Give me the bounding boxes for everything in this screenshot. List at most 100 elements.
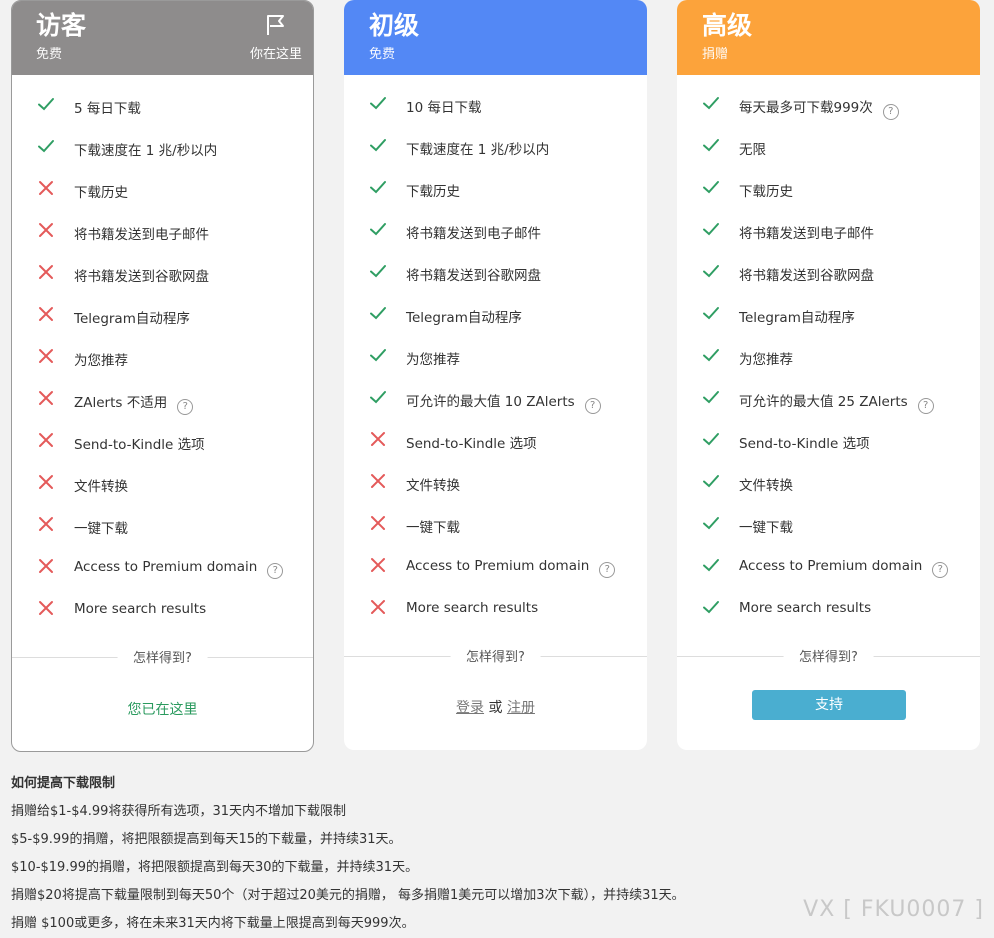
feature-label: 下载历史 [739, 184, 793, 200]
notes-line: 捐赠给$1-$4.99将获得所有选项，31天内不增加下载限制 [11, 804, 346, 819]
plan-header: 访客 免费 你在这里 [12, 1, 313, 75]
help-icon[interactable]: ? [584, 398, 601, 414]
feature-text: 5 每日下载 [74, 97, 141, 117]
feature-row: 每天最多可下载999次? [677, 84, 980, 126]
check-icon [703, 433, 719, 446]
you-are-here-label: 你在这里 [249, 47, 302, 62]
plan-title: 高级 [702, 11, 753, 40]
feature-text: Send-to-Kindle 选项 [406, 432, 537, 452]
feature-text: 下载速度在 1 兆/秒以内 [406, 138, 549, 158]
feature-text: 一键下载 [74, 517, 128, 537]
help-icon[interactable]: ? [882, 104, 899, 120]
check-icon [370, 139, 386, 152]
notes-line: 捐赠$20将提高下载量限制到每天50个（对于超过20美元的捐赠， 每多捐赠1美元… [11, 888, 685, 903]
cross-icon [39, 265, 53, 279]
check-icon [370, 391, 386, 404]
feature-label: 可允许的最大值 25 ZAlerts [739, 394, 908, 410]
cross-icon [39, 307, 53, 321]
feature-row: Send-to-Kindle 选项 [677, 420, 980, 462]
feature-row: Send-to-Kindle 选项 [12, 421, 313, 463]
feature-row: 为您推荐 [344, 336, 647, 378]
help-icon[interactable]: ? [177, 399, 194, 415]
feature-text: 下载历史 [739, 180, 793, 200]
feature-label: 10 每日下载 [406, 100, 482, 116]
help-icon[interactable]: ? [267, 563, 284, 579]
feature-text: 一键下载 [406, 516, 460, 536]
cross-icon [39, 517, 53, 531]
feature-label: 每天最多可下载999次 [739, 100, 873, 116]
cross-icon [39, 559, 53, 573]
feature-row: 为您推荐 [677, 336, 980, 378]
feature-row: 将书籍发送到电子邮件 [12, 211, 313, 253]
check-icon [703, 223, 719, 236]
feature-row: More search results [12, 589, 313, 631]
feature-text: More search results [406, 600, 538, 616]
feature-label: 一键下载 [739, 520, 793, 536]
plan-subtitle: 免费 [369, 47, 396, 62]
feature-label: 下载历史 [406, 184, 460, 200]
feature-label: 一键下载 [406, 520, 460, 536]
feature-text: 可允许的最大值 25 ZAlerts? [739, 390, 934, 414]
feature-label: 将书籍发送到谷歌网盘 [74, 269, 209, 285]
how-to-get-label: 怎样得到? [450, 646, 541, 665]
feature-text: 文件转换 [406, 474, 460, 494]
check-icon [703, 349, 719, 362]
feature-text: 每天最多可下载999次? [739, 96, 899, 120]
feature-row: ZAlerts 不适用? [12, 379, 313, 421]
check-icon [703, 181, 719, 194]
plan-card-guest: 访客 免费 你在这里 5 每日下载下载速度在 1 兆/秒以内下载历史将书籍发送到… [11, 0, 314, 752]
feature-text: 文件转换 [74, 475, 128, 495]
notes-line: $10-$19.99的捐赠，将把限额提高到每天30的下载量，并持续31天。 [11, 860, 419, 875]
feature-text: 将书籍发送到电子邮件 [406, 222, 541, 242]
feature-text: 文件转换 [739, 474, 793, 494]
check-icon [38, 140, 54, 153]
feature-text: 为您推荐 [739, 348, 793, 368]
feature-label: ZAlerts 不适用 [74, 395, 168, 411]
feature-text: ZAlerts 不适用? [74, 391, 194, 415]
feature-text: Access to Premium domain? [406, 558, 616, 578]
feature-label: More search results [74, 601, 207, 617]
feature-label: 将书籍发送到谷歌网盘 [739, 268, 874, 284]
feature-row: 下载速度在 1 兆/秒以内 [12, 127, 313, 169]
help-icon[interactable]: ? [932, 562, 949, 578]
feature-label: Telegram自动程序 [406, 310, 522, 326]
feature-row: 下载历史 [677, 168, 980, 210]
cross-icon [371, 516, 385, 530]
feature-label: 为您推荐 [739, 352, 793, 368]
feature-row: 下载速度在 1 兆/秒以内 [344, 126, 647, 168]
how-to-get-label: 怎样得到? [783, 646, 874, 665]
feature-label: More search results [739, 600, 872, 616]
feature-row: 文件转换 [344, 462, 647, 504]
register-link[interactable]: 注册 [507, 700, 535, 716]
feature-row: Telegram自动程序 [344, 294, 647, 336]
support-button[interactable]: 支持 [752, 690, 906, 720]
feature-label: 一键下载 [74, 521, 128, 537]
feature-label: 为您推荐 [406, 352, 460, 368]
check-icon [370, 97, 386, 110]
feature-label: 下载历史 [74, 185, 128, 201]
feature-row: Access to Premium domain? [344, 546, 647, 588]
check-icon [38, 98, 54, 111]
feature-text: 为您推荐 [406, 348, 460, 368]
login-link[interactable]: 登录 [456, 700, 484, 716]
cross-icon [39, 223, 53, 237]
check-icon [703, 559, 719, 572]
plan-subtitle: 免费 [36, 47, 63, 62]
feature-label: 文件转换 [739, 478, 793, 494]
feature-label: 无限 [739, 142, 766, 158]
auth-links: 登录 或 注册 [344, 697, 647, 717]
feature-row: 将书籍发送到谷歌网盘 [677, 252, 980, 294]
cross-icon [39, 391, 53, 405]
feature-label: 文件转换 [406, 478, 460, 494]
feature-row: 5 每日下载 [12, 85, 313, 127]
feature-label: Access to Premium domain [406, 558, 590, 574]
feature-label: 将书籍发送到电子邮件 [74, 227, 209, 243]
feature-list: 5 每日下载下载速度在 1 兆/秒以内下载历史将书籍发送到电子邮件 将书籍发送到谷… [12, 85, 313, 631]
notes-heading: 如何提高下载限制 [11, 776, 116, 791]
feature-label: 文件转换 [74, 479, 128, 495]
feature-row: 将书籍发送到谷歌网盘 [12, 253, 313, 295]
current-plan-label: 您已在这里 [127, 702, 198, 718]
help-icon[interactable]: ? [599, 562, 616, 578]
cross-icon [39, 433, 53, 447]
help-icon[interactable]: ? [917, 398, 934, 414]
